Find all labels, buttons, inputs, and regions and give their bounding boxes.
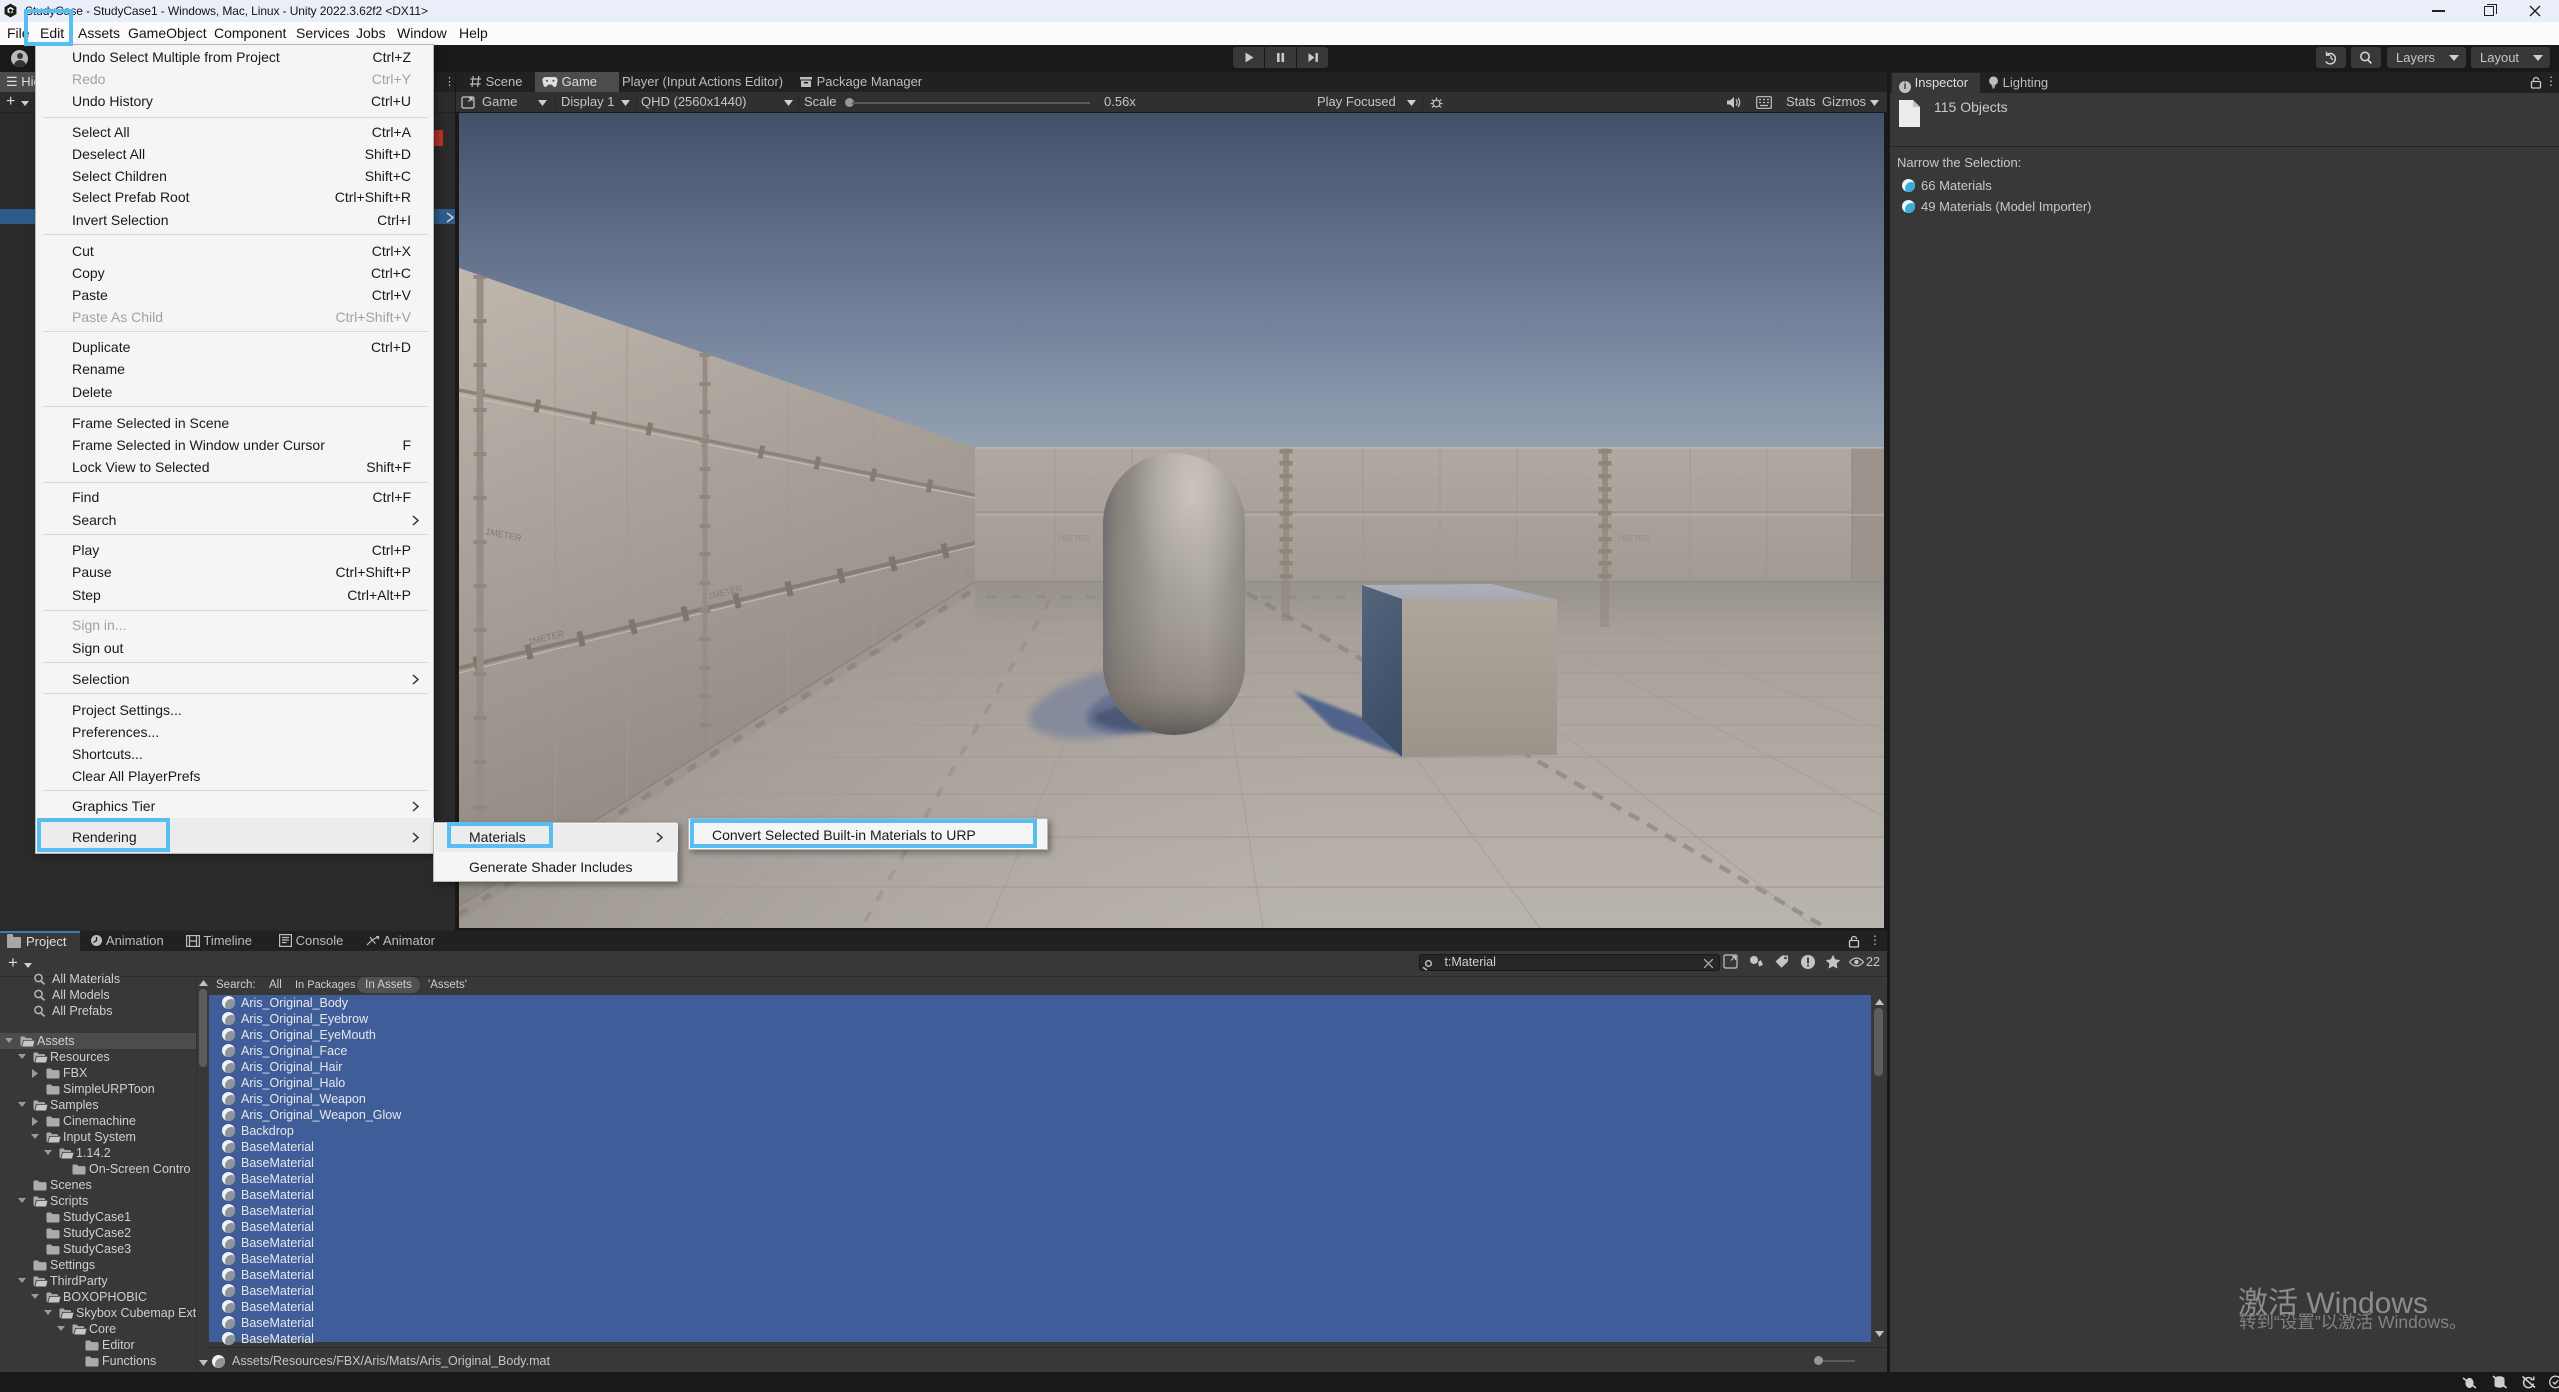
svg-text:1METER: 1METER (1057, 534, 1090, 543)
svg-text:1METER: 1METER (1617, 534, 1650, 543)
